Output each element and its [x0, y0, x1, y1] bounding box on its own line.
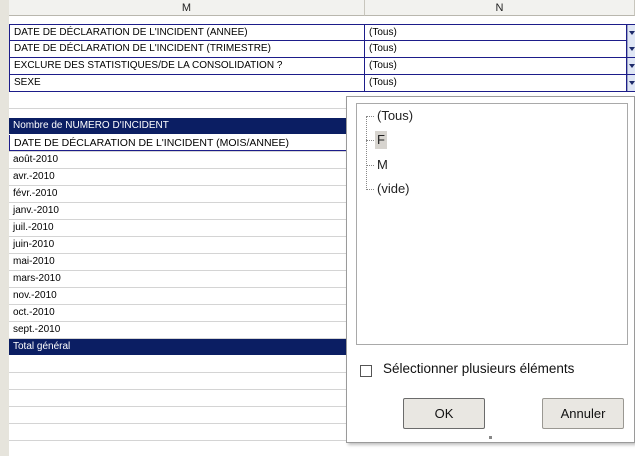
row-header-strip	[0, 0, 9, 456]
pivot-row-label[interactable]: avr.-2010	[9, 169, 349, 185]
filter-label: DATE DE DÉCLARATION DE L'INCIDENT (TRIME…	[9, 41, 365, 57]
tree-connector	[366, 189, 374, 190]
pivot-row-label[interactable]: nov.-2010	[9, 288, 349, 304]
tree-connector	[366, 140, 374, 141]
empty-row[interactable]	[9, 441, 635, 456]
spreadsheet: M N DATE DE DÉCLARATION DE L'INCIDENT (A…	[0, 0, 635, 456]
pivot-total-label[interactable]: Total général	[9, 339, 349, 355]
pivot-row-label[interactable]: juin-2010	[9, 237, 349, 253]
filter-dropdown-button[interactable]	[627, 75, 635, 91]
filter-options-list[interactable]: (Tous) F M (vide)	[356, 103, 628, 345]
ok-button[interactable]: OK	[403, 398, 485, 429]
pivot-row-label[interactable]: janv.-2010	[9, 203, 349, 219]
column-header-n[interactable]: N	[365, 0, 635, 16]
filter-dropdown-popup: (Tous) F M (vide) Sélectionner plusieurs…	[346, 96, 635, 443]
filter-row-trimestre: DATE DE DÉCLARATION DE L'INCIDENT (TRIME…	[9, 41, 635, 58]
filter-option-f[interactable]: F	[375, 131, 387, 149]
filter-dropdown-button[interactable]	[627, 58, 635, 74]
filter-option-vide[interactable]: (vide)	[375, 180, 412, 198]
filter-label: SEXE	[9, 75, 365, 91]
filter-label: DATE DE DÉCLARATION DE L'INCIDENT (ANNEE…	[9, 25, 365, 41]
filter-option-tous[interactable]: (Tous)	[375, 107, 415, 125]
pivot-row-label[interactable]: juil.-2010	[9, 220, 349, 236]
filter-dropdown-button[interactable]	[627, 25, 635, 41]
filter-row-annee: DATE DE DÉCLARATION DE L'INCIDENT (ANNEE…	[9, 24, 635, 41]
pivot-row-label[interactable]: févr.-2010	[9, 186, 349, 202]
tree-connector	[366, 116, 374, 117]
pivot-row-field[interactable]: DATE DE DÉCLARATION DE L'INCIDENT (MOIS/…	[9, 135, 349, 151]
tree-connector	[366, 165, 374, 166]
filter-value[interactable]: (Tous)	[365, 25, 627, 41]
filter-value[interactable]: (Tous)	[365, 58, 627, 74]
pivot-row-label[interactable]: août-2010	[9, 152, 349, 168]
tree-connector	[366, 116, 367, 190]
filter-row-sexe: SEXE (Tous)	[9, 75, 635, 92]
multi-select-checkbox[interactable]	[360, 365, 372, 377]
filter-value[interactable]: (Tous)	[365, 41, 627, 57]
resize-grip[interactable]	[489, 436, 492, 439]
multi-select-label[interactable]: Sélectionner plusieurs éléments	[383, 361, 574, 376]
filter-row-exclure: EXCLURE DES STATISTIQUES/DE LA CONSOLIDA…	[9, 58, 635, 75]
filter-dropdown-button[interactable]	[627, 41, 635, 57]
pivot-data-field[interactable]: Nombre de NUMERO D'INCIDENT	[9, 118, 349, 134]
pivot-row-label[interactable]: oct.-2010	[9, 305, 349, 321]
filter-option-m[interactable]: M	[375, 156, 390, 174]
pivot-row-label[interactable]: sept.-2010	[9, 322, 349, 338]
filter-label: EXCLURE DES STATISTIQUES/DE LA CONSOLIDA…	[9, 58, 365, 74]
column-header-m[interactable]: M	[9, 0, 365, 16]
filter-value[interactable]: (Tous)	[365, 75, 627, 91]
pivot-row-label[interactable]: mai-2010	[9, 254, 349, 270]
pivot-row-label[interactable]: mars-2010	[9, 271, 349, 287]
cancel-button[interactable]: Annuler	[542, 398, 624, 429]
